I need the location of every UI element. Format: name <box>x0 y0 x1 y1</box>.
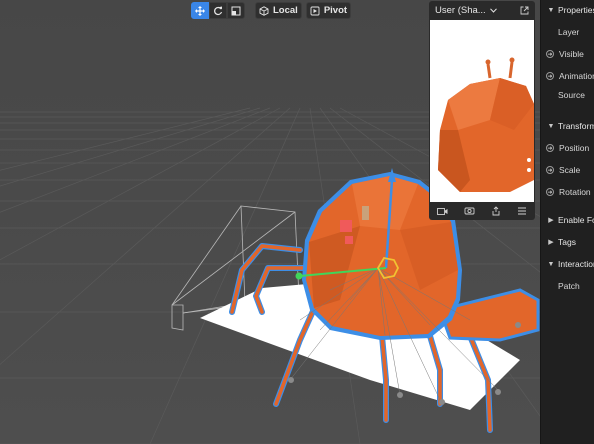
pivot-icon <box>310 6 320 15</box>
tags-section-header[interactable]: ▶ Tags <box>541 237 576 247</box>
device-selector-label: User (Sha... <box>435 4 486 16</box>
keyframe-arrow-icon[interactable]: ➜ <box>546 144 554 152</box>
rotate-icon <box>214 6 223 15</box>
video-camera-icon[interactable] <box>437 207 448 216</box>
move-icon <box>195 5 205 16</box>
source-label: Source <box>558 90 585 100</box>
interaction-title: Interaction <box>558 259 594 269</box>
interaction-section-header[interactable]: ▼ Interaction <box>541 259 594 269</box>
keyframe-arrow-icon[interactable]: ➜ <box>546 50 554 58</box>
local-label: Local <box>273 5 298 16</box>
transform-title: Transform <box>558 121 594 131</box>
keyframe-arrow-icon[interactable]: ➜ <box>546 166 554 174</box>
enable-for-title: Enable Fo <box>558 215 594 225</box>
preview-header: User (Sha... <box>429 1 535 19</box>
local-space-button[interactable]: Local <box>255 2 302 19</box>
keyframe-arrow-icon[interactable]: ➜ <box>546 72 554 80</box>
device-selector[interactable]: User (Sha... <box>435 5 497 16</box>
preview-crab-render <box>430 20 534 202</box>
preview-footer <box>429 202 535 220</box>
scale-row[interactable]: ➜ Scale <box>541 165 580 175</box>
scale-icon <box>231 6 241 15</box>
transform-section-header[interactable]: ▼ Transform <box>541 121 594 131</box>
scale-tool-button[interactable] <box>227 2 245 19</box>
visible-row[interactable]: ➜ Visible <box>541 49 584 59</box>
visible-label: Visible <box>559 49 584 59</box>
animation-row[interactable]: ➜ Animation <box>541 71 594 81</box>
patch-row[interactable]: Patch <box>541 281 580 291</box>
chevron-down-icon: ▼ <box>547 260 555 268</box>
transform-tool-group <box>191 2 245 19</box>
open-external-icon[interactable] <box>520 6 529 15</box>
position-label: Position <box>559 143 590 153</box>
move-tool-button[interactable] <box>191 2 209 19</box>
rotation-row[interactable]: ➜ Rotation <box>541 187 591 197</box>
position-row[interactable]: ➜ Position <box>541 143 589 153</box>
preview-canvas[interactable] <box>430 20 534 202</box>
layer-row[interactable]: Layer <box>541 27 579 37</box>
scale-label: Scale <box>559 165 581 175</box>
pivot-label: Pivot <box>323 5 348 16</box>
properties-title: Properties <box>558 5 594 15</box>
pivot-button[interactable]: Pivot <box>305 2 352 19</box>
enable-for-section-header[interactable]: ▶ Enable Fo <box>541 215 594 225</box>
tags-title: Tags <box>558 237 576 247</box>
menu-icon[interactable] <box>517 207 527 215</box>
patch-label: Patch <box>558 281 580 291</box>
simulator-preview: User (Sha... <box>429 1 535 220</box>
chevron-down-icon <box>489 7 497 13</box>
properties-section-header[interactable]: ▼ Properties <box>541 5 594 15</box>
viewport-toolbar: Local Pivot <box>191 2 352 19</box>
chevron-down-icon: ▼ <box>547 6 555 14</box>
chevron-right-icon: ▶ <box>548 239 554 246</box>
rotate-tool-button[interactable] <box>209 2 227 19</box>
keyframe-arrow-icon[interactable]: ➜ <box>546 188 554 196</box>
animation-label: Animation <box>559 71 594 81</box>
properties-panel: ▼ Properties Layer ➜ Visible ➜ Animation… <box>540 0 594 444</box>
share-icon[interactable] <box>491 206 501 216</box>
chevron-right-icon: ▶ <box>548 217 554 224</box>
source-row[interactable]: Source <box>541 90 585 100</box>
chevron-down-icon: ▼ <box>547 122 555 130</box>
cube-icon <box>259 5 269 16</box>
screenshot-icon[interactable] <box>464 206 475 216</box>
rotation-label: Rotation <box>559 187 591 197</box>
layer-label: Layer <box>558 27 580 37</box>
